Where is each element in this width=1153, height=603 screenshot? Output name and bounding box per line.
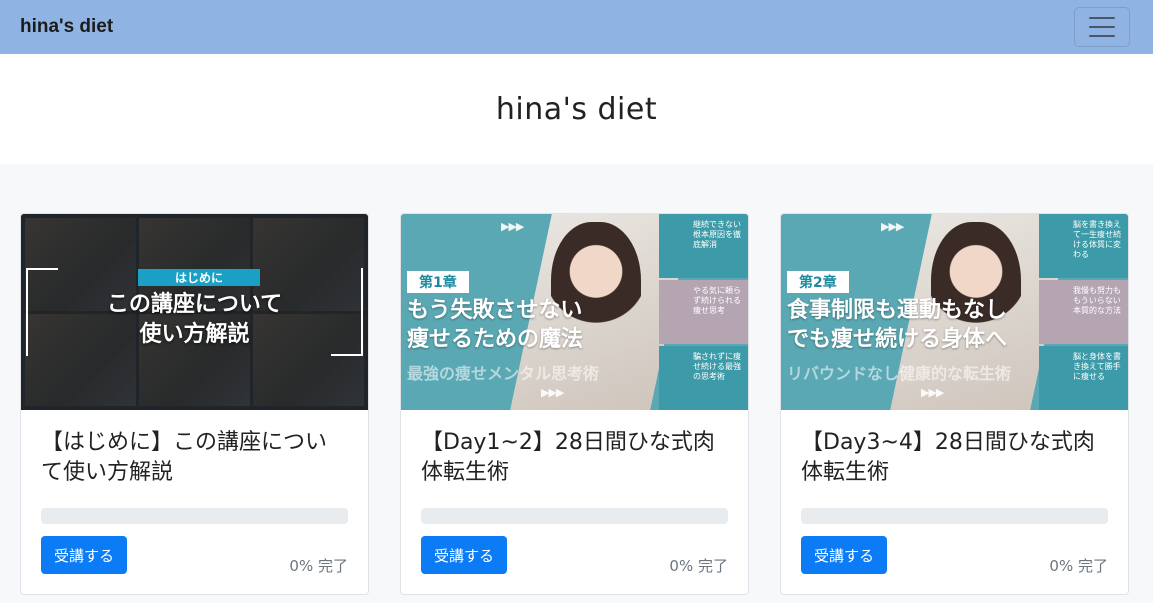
course-card: ▶▶▶ ▶▶▶ 脳を書き換えて一生痩せ続ける体質に変わる 我慢も努力ももういらな…: [780, 213, 1129, 595]
progress-bar: [421, 508, 728, 524]
progress-bar: [801, 508, 1108, 524]
thumbnail-headline: もう失敗させない 痩せるための魔法: [407, 298, 584, 352]
course-list: はじめに この講座について 使い方解説 【はじめに】この講座について使い方解説 …: [0, 164, 1153, 603]
thumbnail-headline: 食事制限も運動もなし でも痩せ続ける身体へ: [787, 298, 1008, 352]
completion-status: 0% 完了: [1049, 557, 1108, 575]
brand-link[interactable]: hina's diet: [20, 16, 113, 38]
navbar: hina's diet: [0, 0, 1153, 54]
start-course-button[interactable]: 受講する: [41, 536, 128, 574]
course-title: 【Day1~2】28日間ひな式肉体転生術: [421, 430, 715, 485]
course-thumbnail[interactable]: ▶▶▶ ▶▶▶ 脳を書き換えて一生痩せ続ける体質に変わる 我慢も努力ももういらな…: [781, 214, 1128, 410]
start-course-button[interactable]: 受講する: [801, 536, 888, 574]
course-thumbnail[interactable]: ▶▶▶ ▶▶▶ 継続できない根本原因を徹底解消 やる気に頼らず続けられる痩せ思考…: [401, 214, 748, 410]
thumbnail-side-panel: 継続できない根本原因を徹底解消 やる気に頼らず続けられる痩せ思考 騙されずに痩せ…: [659, 214, 748, 410]
course-card: はじめに この講座について 使い方解説 【はじめに】この講座について使い方解説 …: [20, 213, 369, 595]
hero: hina's diet: [0, 54, 1153, 164]
chapter-label: 第2章: [787, 271, 849, 293]
chapter-label: 第1章: [407, 271, 469, 293]
thumbnail-side-panel: 脳を書き換えて一生痩せ続ける体質に変わる 我慢も努力ももういらない本質的な方法 …: [1039, 214, 1128, 410]
hamburger-icon: [1089, 17, 1115, 19]
arrows-icon: ▶▶▶: [921, 386, 944, 399]
page-title: hina's diet: [495, 91, 658, 127]
arrows-icon: ▶▶▶: [881, 220, 904, 233]
thumbnail-subtitle: 最強の痩せメンタル思考術: [407, 364, 600, 383]
course-title: 【Day3~4】28日間ひな式肉体転生術: [801, 430, 1095, 485]
thumbnail-tag: はじめに: [138, 269, 260, 286]
arrows-icon: ▶▶▶: [501, 220, 524, 233]
arrows-icon: ▶▶▶: [541, 386, 564, 399]
completion-status: 0% 完了: [289, 557, 348, 575]
course-thumbnail[interactable]: はじめに この講座について 使い方解説: [21, 214, 368, 410]
thumbnail-headline: この講座について 使い方解説: [106, 292, 283, 347]
completion-status: 0% 完了: [669, 557, 728, 575]
hamburger-menu-button[interactable]: [1074, 7, 1130, 47]
course-title: 【はじめに】この講座について使い方解説: [41, 430, 328, 485]
start-course-button[interactable]: 受講する: [421, 536, 508, 574]
course-card: ▶▶▶ ▶▶▶ 継続できない根本原因を徹底解消 やる気に頼らず続けられる痩せ思考…: [400, 213, 749, 595]
thumbnail-subtitle: リバウンドなし健康的な転生術: [787, 364, 1012, 383]
progress-bar: [41, 508, 348, 524]
